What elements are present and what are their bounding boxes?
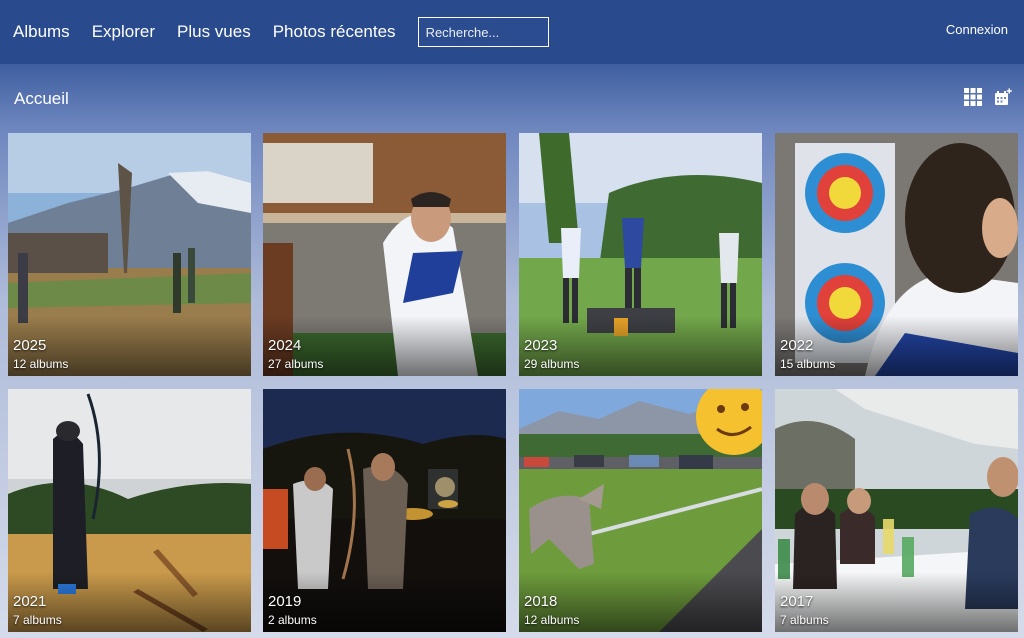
album-count: 15 albums — [780, 357, 836, 371]
album-count: 12 albums — [13, 357, 69, 371]
login-link[interactable]: Connexion — [946, 22, 1008, 37]
album-count: 12 albums — [524, 613, 580, 627]
grid-view-icon[interactable] — [964, 88, 982, 106]
album-year: 2017 — [780, 593, 814, 610]
album-count: 27 albums — [268, 357, 324, 371]
album-year: 2025 — [13, 337, 47, 354]
album-count: 29 albums — [524, 357, 580, 371]
album-tile-2021[interactable]: 2021 7 albums — [8, 389, 251, 632]
nav-explorer[interactable]: Explorer — [92, 22, 155, 42]
album-tile-2017[interactable]: 2017 7 albums — [775, 389, 1018, 632]
album-tile-2022[interactable]: 2022 15 albums — [775, 133, 1018, 376]
album-tile-2019[interactable]: 2019 2 albums — [263, 389, 506, 632]
breadcrumb-bar: Accueil — [0, 64, 1024, 132]
nav-most-viewed[interactable]: Plus vues — [177, 22, 251, 42]
album-tile-2024[interactable]: 2024 27 albums — [263, 133, 506, 376]
album-year: 2023 — [524, 337, 558, 354]
album-year: 2022 — [780, 337, 814, 354]
album-tile-2023[interactable]: 2023 29 albums — [519, 133, 762, 376]
album-grid: 2025 12 albums 2024 27 albums 2023 29 al… — [8, 133, 1018, 638]
top-navigation: Albums Explorer Plus vues Photos récente… — [0, 0, 1024, 64]
search-input[interactable] — [417, 17, 549, 47]
album-year: 2018 — [524, 593, 558, 610]
album-count: 7 albums — [13, 613, 62, 627]
album-tile-2018[interactable]: 2018 12 albums — [519, 389, 762, 632]
album-year: 2021 — [13, 593, 47, 610]
album-year: 2019 — [268, 593, 302, 610]
album-tile-2025[interactable]: 2025 12 albums — [8, 133, 251, 376]
nav-albums[interactable]: Albums — [13, 22, 70, 42]
album-count: 7 albums — [780, 613, 829, 627]
breadcrumb[interactable]: Accueil — [14, 89, 69, 109]
nav-recent-photos[interactable]: Photos récentes — [273, 22, 396, 42]
album-count: 2 albums — [268, 613, 317, 627]
calendar-add-icon[interactable] — [994, 88, 1012, 106]
album-year: 2024 — [268, 337, 302, 354]
